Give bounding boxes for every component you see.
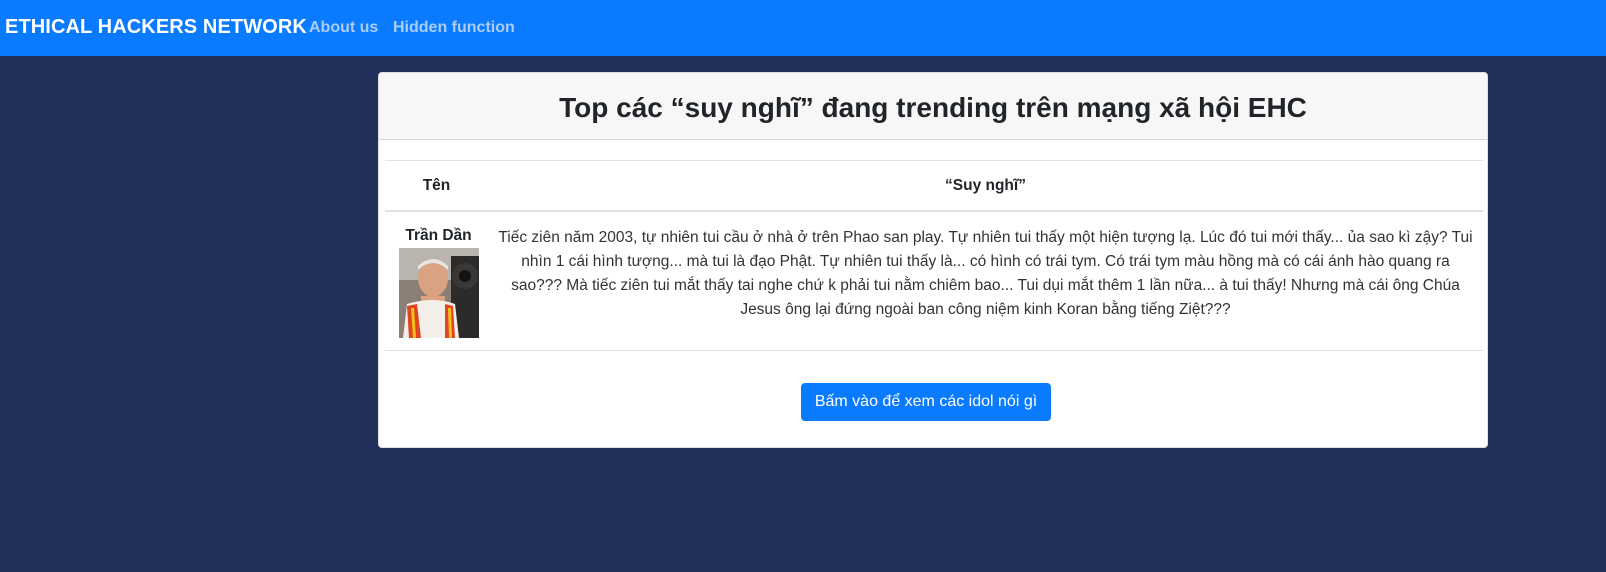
column-header-thought: “Suy nghĩ” (488, 160, 1483, 212)
button-container: Bấm vào để xem các idol nói gì (385, 351, 1481, 421)
person-avatar-icon (398, 247, 479, 338)
author-name: Trần Dần (405, 226, 472, 244)
table-body: Trần Dần Tiếc ziên năm 2003, tự nhiên tu… (385, 210, 1483, 351)
nav-link-about-us[interactable]: About us (309, 19, 378, 37)
thought-text: Tiếc ziên năm 2003, tự nhiên tui cầu ở n… (488, 210, 1483, 351)
card-header: Top các “suy nghĩ” đang trending trên mạ… (379, 73, 1487, 140)
table-header-row: Tên “Suy nghĩ” (385, 160, 1483, 212)
brand-link[interactable]: ETHICAL HACKERS NETWORK (5, 16, 307, 39)
thoughts-table: Tên “Suy nghĩ” Trần Dần Tiếc ziên năm 20… (385, 160, 1483, 351)
author-cell: Trần Dần (385, 210, 488, 351)
trending-thoughts-card: Top các “suy nghĩ” đang trending trên mạ… (378, 72, 1488, 448)
column-header-name: Tên (385, 160, 488, 212)
card-body: Tên “Suy nghĩ” Trần Dần Tiếc ziên năm 20… (379, 140, 1487, 421)
view-idols-button[interactable]: Bấm vào để xem các idol nói gì (800, 382, 1052, 421)
nav-link-hidden-function[interactable]: Hidden function (393, 19, 515, 37)
page-title: Top các “suy nghĩ” đang trending trên mạ… (559, 92, 1307, 123)
table-row: Trần Dần Tiếc ziên năm 2003, tự nhiên tu… (385, 210, 1483, 351)
top-navbar: ETHICAL HACKERS NETWORK About us Hidden … (0, 0, 1606, 56)
table-header: Tên “Suy nghĩ” (385, 160, 1483, 212)
